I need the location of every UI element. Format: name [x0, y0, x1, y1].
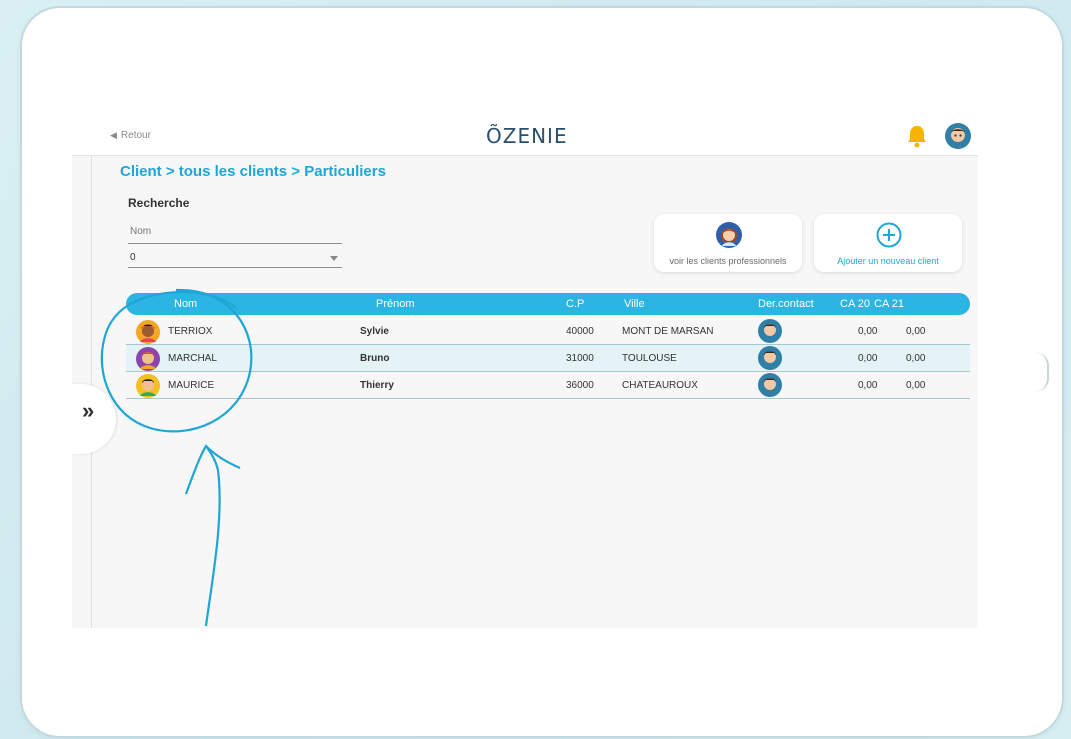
- client-ca21: 0,00: [906, 326, 926, 337]
- client-prenom: Thierry: [360, 380, 394, 391]
- table-row[interactable]: MAURICE Thierry 36000 CHATEAUROUX 0,00 0…: [126, 372, 970, 399]
- client-prenom: Bruno: [360, 353, 390, 364]
- client-ville: CHATEAUROUX: [622, 380, 698, 391]
- filter-select[interactable]: 0: [128, 248, 342, 268]
- back-button[interactable]: ◀ Retour: [110, 130, 151, 141]
- plus-circle-icon: [876, 222, 902, 248]
- person-avatar-icon[interactable]: [758, 346, 782, 370]
- breadcrumb: Client > tous les clients > Particuliers: [120, 163, 386, 180]
- client-nom: TERRIOX: [168, 326, 213, 337]
- table-row[interactable]: TERRIOX Sylvie 40000 MONT DE MARSAN 0,00…: [126, 318, 970, 345]
- app-logo: ÕZENIE: [486, 124, 568, 148]
- add-client-button[interactable]: Ajouter un nouveau client: [814, 214, 962, 272]
- client-cp: 31000: [566, 353, 594, 364]
- person-avatar-icon[interactable]: [758, 373, 782, 397]
- person-avatar-icon: [136, 374, 160, 398]
- column-header-ca21[interactable]: CA 21: [874, 298, 904, 310]
- search-title: Recherche: [128, 196, 190, 210]
- name-search-input[interactable]: [128, 220, 342, 244]
- client-ca20: 0,00: [858, 326, 878, 337]
- client-table-body: TERRIOX Sylvie 40000 MONT DE MARSAN 0,00…: [126, 318, 970, 399]
- app-screen: ◀ Retour ÕZENIE Client > tous les clients…: [72, 116, 978, 628]
- column-header-nom[interactable]: Nom: [174, 298, 197, 310]
- chevron-double-right-icon: »: [82, 398, 95, 423]
- client-ca21: 0,00: [906, 380, 926, 391]
- client-prenom: Sylvie: [360, 326, 389, 337]
- user-avatar-icon[interactable]: [945, 123, 971, 149]
- client-cp: 36000: [566, 380, 594, 391]
- sidebar-toggle-button[interactable]: »: [72, 384, 116, 454]
- back-triangle-icon: ◀: [110, 130, 117, 140]
- woman-avatar-icon: [136, 320, 160, 344]
- client-nom: MARCHAL: [168, 353, 217, 364]
- client-ville: MONT DE MARSAN: [622, 326, 714, 337]
- client-ca20: 0,00: [858, 380, 878, 391]
- column-header-ville[interactable]: Ville: [624, 298, 645, 310]
- client-nom: MAURICE: [168, 380, 215, 391]
- client-ca21: 0,00: [906, 353, 926, 364]
- top-bar: ◀ Retour ÕZENIE: [72, 116, 978, 156]
- view-pro-clients-label: voir les clients professionnels: [669, 256, 787, 266]
- view-pro-clients-button[interactable]: voir les clients professionnels: [654, 214, 802, 272]
- column-header-cp[interactable]: C.P: [566, 298, 584, 310]
- woman-avatar-icon: [716, 222, 742, 248]
- column-header-der-contact[interactable]: Der.contact: [758, 298, 814, 310]
- column-header-ca20[interactable]: CA 20: [840, 298, 870, 310]
- client-cp: 40000: [566, 326, 594, 337]
- table-header: Nom Prénom C.P Ville Der.contact CA 20 C…: [126, 293, 970, 315]
- bell-icon[interactable]: [906, 124, 928, 148]
- person-avatar-icon: [136, 347, 160, 371]
- filter-select-value: 0: [130, 252, 136, 263]
- chevron-down-icon: [330, 256, 338, 261]
- person-avatar-icon[interactable]: [758, 319, 782, 343]
- back-label: Retour: [120, 130, 151, 141]
- table-row[interactable]: MARCHAL Bruno 31000 TOULOUSE 0,00 0,00: [126, 345, 970, 372]
- client-ville: TOULOUSE: [622, 353, 677, 364]
- client-ca20: 0,00: [858, 353, 878, 364]
- column-header-prenom[interactable]: Prénom: [376, 298, 415, 310]
- add-client-label: Ajouter un nouveau client: [837, 256, 939, 266]
